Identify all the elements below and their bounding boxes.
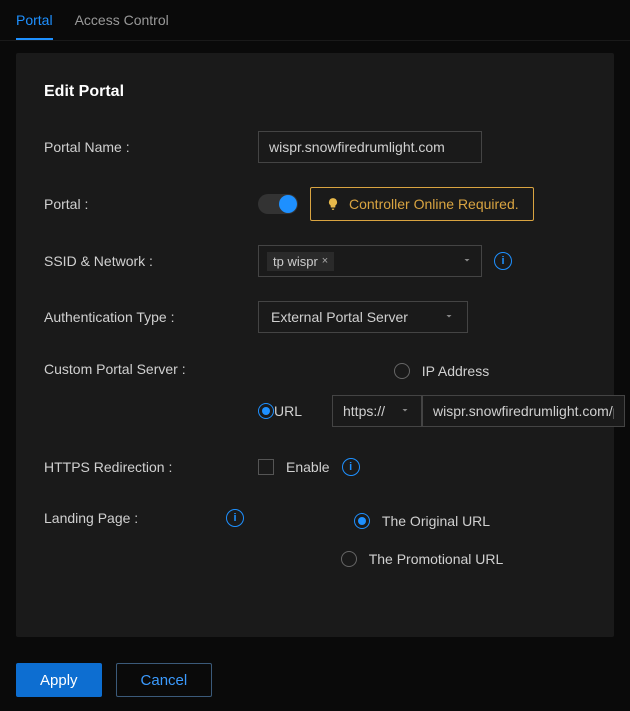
portal-url-input[interactable] xyxy=(422,395,625,427)
radio-ip-address[interactable] xyxy=(394,363,410,379)
row-https-redirect: HTTPS Redirection : Enable i xyxy=(44,451,586,483)
auth-type-select[interactable]: External Portal Server xyxy=(258,301,468,333)
notice-text: Controller Online Required. xyxy=(349,196,519,212)
label-portal: Portal : xyxy=(44,196,258,212)
radio-original-url[interactable] xyxy=(354,513,370,529)
info-icon[interactable]: i xyxy=(226,509,244,527)
label-portal-name: Portal Name : xyxy=(44,139,258,155)
ssid-tag-label: tp wispr xyxy=(273,254,318,269)
radio-url[interactable] xyxy=(258,403,274,419)
lightbulb-icon xyxy=(325,196,341,212)
portal-toggle[interactable] xyxy=(258,194,298,214)
row-portal-name: Portal Name : xyxy=(44,131,586,163)
portal-name-input[interactable] xyxy=(258,131,482,163)
row-ssid-network: SSID & Network : tp wispr × i xyxy=(44,245,586,277)
row-portal-toggle: Portal : Controller Online Required. xyxy=(44,187,586,221)
radio-promo-label: The Promotional URL xyxy=(369,551,504,567)
scheme-select[interactable]: https:// xyxy=(332,395,422,427)
ssid-tag: tp wispr × xyxy=(267,252,334,271)
label-landing-page: Landing Page : xyxy=(44,510,138,526)
info-icon[interactable]: i xyxy=(342,458,360,476)
scheme-value: https:// xyxy=(343,403,385,419)
row-auth-type: Authentication Type : External Portal Se… xyxy=(44,301,586,333)
footer-actions: Apply Cancel xyxy=(0,649,630,711)
radio-ip-label: IP Address xyxy=(422,363,489,379)
radio-original-label: The Original URL xyxy=(382,513,490,529)
edit-portal-panel: Edit Portal Portal Name : Portal : Contr… xyxy=(16,53,614,637)
chevron-down-icon xyxy=(443,309,455,325)
apply-button[interactable]: Apply xyxy=(16,663,102,697)
label-ssid: SSID & Network : xyxy=(44,253,258,269)
tab-access-control[interactable]: Access Control xyxy=(75,12,169,40)
https-redirect-checkbox[interactable] xyxy=(258,459,274,475)
tab-portal[interactable]: Portal xyxy=(16,12,53,40)
chevron-down-icon xyxy=(399,403,411,419)
radio-promotional-url[interactable] xyxy=(341,551,357,567)
cancel-button[interactable]: Cancel xyxy=(116,663,213,697)
page-title: Edit Portal xyxy=(44,83,586,101)
chevron-down-icon xyxy=(461,253,473,269)
label-custom-server: Custom Portal Server : xyxy=(44,357,258,377)
row-landing-page: Landing Page : i The Original URL The Pr… xyxy=(44,507,586,573)
label-auth-type: Authentication Type : xyxy=(44,309,258,325)
notice-controller-online: Controller Online Required. xyxy=(310,187,534,221)
label-https-redirect: HTTPS Redirection : xyxy=(44,459,258,475)
auth-type-value: External Portal Server xyxy=(271,309,408,325)
tab-bar: Portal Access Control xyxy=(0,0,630,41)
toggle-knob xyxy=(279,195,297,213)
tag-remove-icon[interactable]: × xyxy=(322,255,328,267)
ssid-multiselect[interactable]: tp wispr × xyxy=(258,245,482,277)
radio-url-label: URL xyxy=(274,403,302,419)
row-custom-server: Custom Portal Server : IP Address URL ht… xyxy=(44,357,586,427)
info-icon[interactable]: i xyxy=(494,252,512,270)
https-redirect-enable-label: Enable xyxy=(286,459,330,475)
